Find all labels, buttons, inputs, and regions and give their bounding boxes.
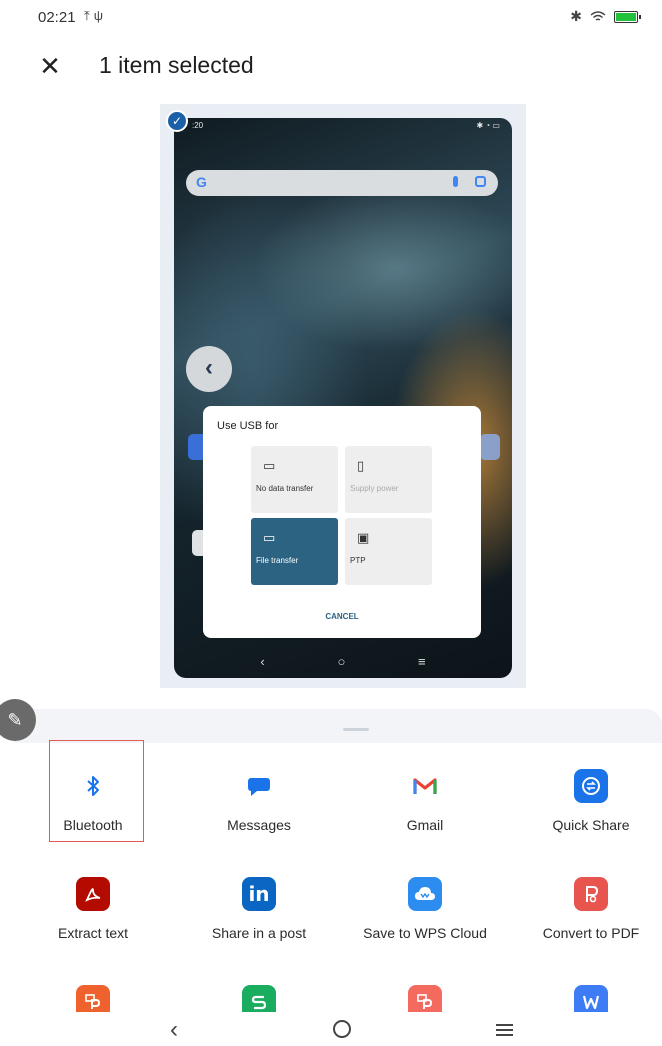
usb-option-supply-power: ▯ Supply power xyxy=(345,446,432,513)
drag-handle[interactable] xyxy=(343,728,369,731)
usb-option-label: File transfer xyxy=(256,556,299,565)
share-target-gmail[interactable]: Gmail xyxy=(342,749,508,849)
upload-icon: ⤒ xyxy=(84,8,94,23)
usb-cancel-label: CANCEL xyxy=(325,612,359,621)
linkedin-icon: in xyxy=(242,877,276,911)
convert-pdf-icon xyxy=(574,877,608,911)
phone-power-icon: ▯ xyxy=(357,458,365,473)
screenshot-thumbnail: :20 ✱ ◔ ▭ G ‹ Use USB for ▭ No data tran… xyxy=(174,118,512,678)
share-target-label: Messages xyxy=(227,817,291,833)
share-sheet: Bluetooth Messages Gmail Quick Share Ext… xyxy=(0,709,662,1046)
thumbnail-app-icon xyxy=(480,434,500,460)
bluetooth-icon xyxy=(76,769,110,803)
navigation-bar: ‹ xyxy=(0,1012,662,1046)
usb-dialog-title: Use USB for xyxy=(217,420,279,432)
wps-cloud-icon xyxy=(408,877,442,911)
usb-option-label: Supply power xyxy=(350,484,399,493)
bluetooth-icon: ✱ xyxy=(570,8,582,24)
share-target-extract-text[interactable]: Extract text xyxy=(10,857,176,957)
usb-option-file-transfer: ▭ File transfer xyxy=(251,518,338,585)
share-target-label: Save to WPS Cloud xyxy=(363,925,487,941)
menu-icon[interactable] xyxy=(496,1024,513,1039)
status-time: 02:21 xyxy=(38,9,76,26)
home-icon: ○ xyxy=(337,653,346,669)
selected-check-icon[interactable]: ✓ xyxy=(166,110,188,132)
thumbnail-search-bar: G xyxy=(186,170,498,196)
usb-icon: ψ xyxy=(93,8,108,23)
status-right-icons: ✱ xyxy=(570,8,641,25)
share-target-bluetooth[interactable]: Bluetooth xyxy=(10,749,176,849)
usb-option-ptp: ▣ PTP xyxy=(345,518,432,585)
image-icon: ▣ xyxy=(357,530,370,545)
gmail-icon xyxy=(408,769,442,803)
close-icon[interactable]: ✕ xyxy=(34,50,66,82)
google-icon: G xyxy=(196,174,207,190)
share-target-wps-cloud[interactable]: Save to WPS Cloud xyxy=(342,857,508,957)
share-target-label: Bluetooth xyxy=(63,817,123,833)
back-icon: ‹ xyxy=(260,653,265,669)
share-sheet-header xyxy=(14,709,662,743)
share-target-messages[interactable]: Messages xyxy=(176,749,342,849)
share-target-convert-pdf[interactable]: Convert to PDF xyxy=(508,857,662,957)
usb-dialog: Use USB for ▭ No data transfer ▯ Supply … xyxy=(203,406,481,638)
acrobat-icon xyxy=(76,877,110,911)
folder-icon: ▭ xyxy=(263,530,276,545)
thumbnail-status-icons: ✱ ◔ ▭ xyxy=(476,121,500,130)
battery-icon xyxy=(614,10,641,23)
menu-icon: ≡ xyxy=(418,653,426,669)
quick-share-icon xyxy=(574,769,608,803)
share-target-linkedin[interactable]: in Share in a post xyxy=(176,857,342,957)
share-target-label: Extract text xyxy=(57,925,129,941)
thumbnail-nav-bar: ‹ ○ ≡ xyxy=(174,644,512,678)
page-title: 1 item selected xyxy=(99,52,254,78)
share-target-quick-share[interactable]: Quick Share xyxy=(508,749,662,849)
share-target-label: Share in a post xyxy=(211,925,307,941)
share-target-label: Quick Share xyxy=(552,817,630,833)
status-bar: 02:21 ⤒ψ ✱ xyxy=(0,0,662,34)
back-icon[interactable]: ‹ xyxy=(170,1016,178,1044)
thumbnail-status-time: :20 xyxy=(192,121,204,130)
selection-header: ✕ 1 item selected xyxy=(0,44,662,88)
back-bubble-icon: ‹ xyxy=(186,346,232,392)
wifi-icon xyxy=(590,10,606,21)
mic-icon xyxy=(453,176,458,187)
usb-option-label: PTP xyxy=(350,556,366,565)
image-preview[interactable]: ✓ :20 ✱ ◔ ▭ G ‹ Use USB for ▭ No data tr… xyxy=(160,104,526,688)
share-target-label: Convert to PDF xyxy=(542,925,640,941)
battery-level xyxy=(616,12,636,21)
usb-option-label: No data transfer xyxy=(256,484,314,493)
status-left-icons: ⤒ψ xyxy=(84,8,107,24)
home-icon[interactable] xyxy=(333,1020,351,1038)
battery-charging-icon: ▭ xyxy=(263,458,276,473)
lens-icon xyxy=(475,176,486,187)
usb-option-no-data: ▭ No data transfer xyxy=(251,446,338,513)
share-target-label: Gmail xyxy=(406,817,444,833)
messages-icon xyxy=(242,769,276,803)
